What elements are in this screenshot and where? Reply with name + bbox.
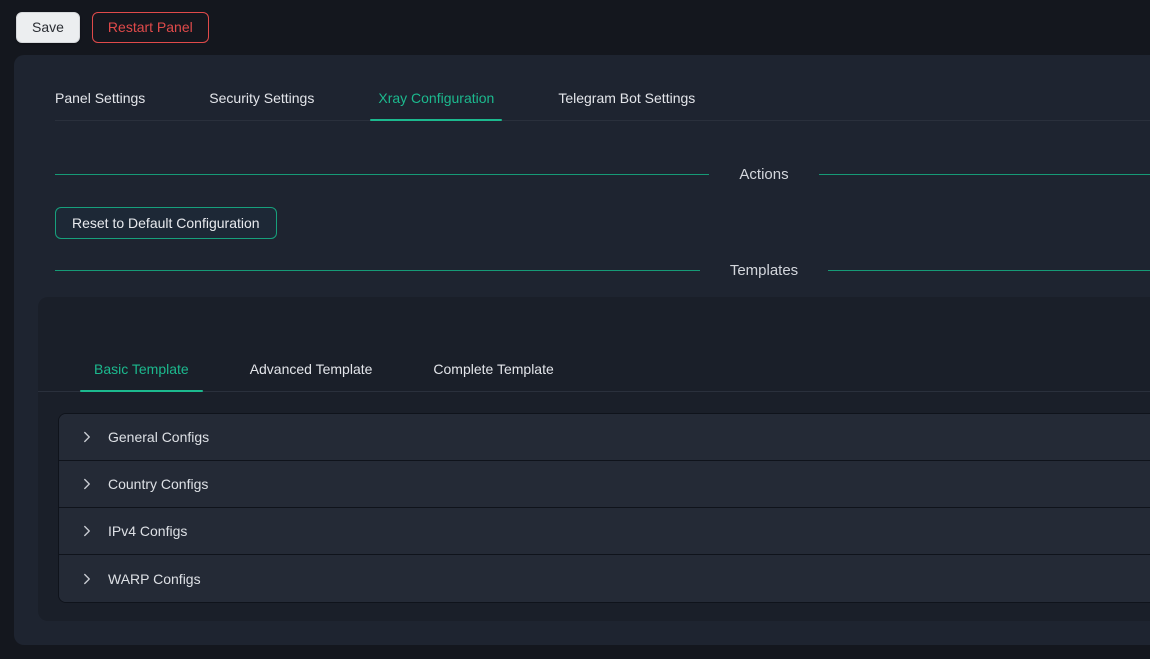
collapse-row-label: WARP Configs <box>108 571 201 587</box>
tab-complete-template[interactable]: Complete Template <box>419 347 567 391</box>
settings-tabs: Panel Settings Security Settings Xray Co… <box>55 76 1150 121</box>
collapse-row-ipv4-configs[interactable]: IPv4 Configs <box>59 508 1150 555</box>
collapse-row-label: General Configs <box>108 429 209 445</box>
tab-xray-configuration[interactable]: Xray Configuration <box>370 76 502 120</box>
tab-panel-settings[interactable]: Panel Settings <box>47 76 153 120</box>
reset-default-config-button[interactable]: Reset to Default Configuration <box>55 207 277 239</box>
actions-divider: Actions <box>55 163 1150 185</box>
chevron-right-icon <box>81 478 93 490</box>
settings-card: Panel Settings Security Settings Xray Co… <box>14 55 1150 645</box>
tab-advanced-template[interactable]: Advanced Template <box>236 347 387 391</box>
collapse-row-country-configs[interactable]: Country Configs <box>59 461 1150 508</box>
templates-divider: Templates <box>55 259 1150 281</box>
template-collapse: General Configs Country Configs IPv4 Con… <box>58 413 1150 603</box>
topbar: Save Restart Panel <box>0 0 1150 54</box>
collapse-row-general-configs[interactable]: General Configs <box>59 414 1150 461</box>
actions-divider-label: Actions <box>709 166 818 183</box>
divider-line <box>55 270 700 271</box>
divider-line <box>828 270 1150 271</box>
chevron-right-icon <box>81 525 93 537</box>
chevron-right-icon <box>81 431 93 443</box>
divider-line <box>55 174 709 175</box>
templates-panel: Basic Template Advanced Template Complet… <box>38 297 1150 621</box>
collapse-row-label: Country Configs <box>108 476 208 492</box>
settings-card-content: Panel Settings Security Settings Xray Co… <box>14 76 1150 281</box>
restart-panel-button[interactable]: Restart Panel <box>92 12 209 43</box>
divider-line <box>819 174 1150 175</box>
templates-divider-label: Templates <box>700 262 828 279</box>
template-tabs: Basic Template Advanced Template Complet… <box>38 297 1150 392</box>
tab-basic-template[interactable]: Basic Template <box>80 347 203 391</box>
tab-security-settings[interactable]: Security Settings <box>201 76 322 120</box>
collapse-row-label: IPv4 Configs <box>108 523 187 539</box>
tab-telegram-bot-settings[interactable]: Telegram Bot Settings <box>550 76 703 120</box>
chevron-right-icon <box>81 573 93 585</box>
save-button[interactable]: Save <box>16 12 80 43</box>
collapse-row-warp-configs[interactable]: WARP Configs <box>59 555 1150 602</box>
